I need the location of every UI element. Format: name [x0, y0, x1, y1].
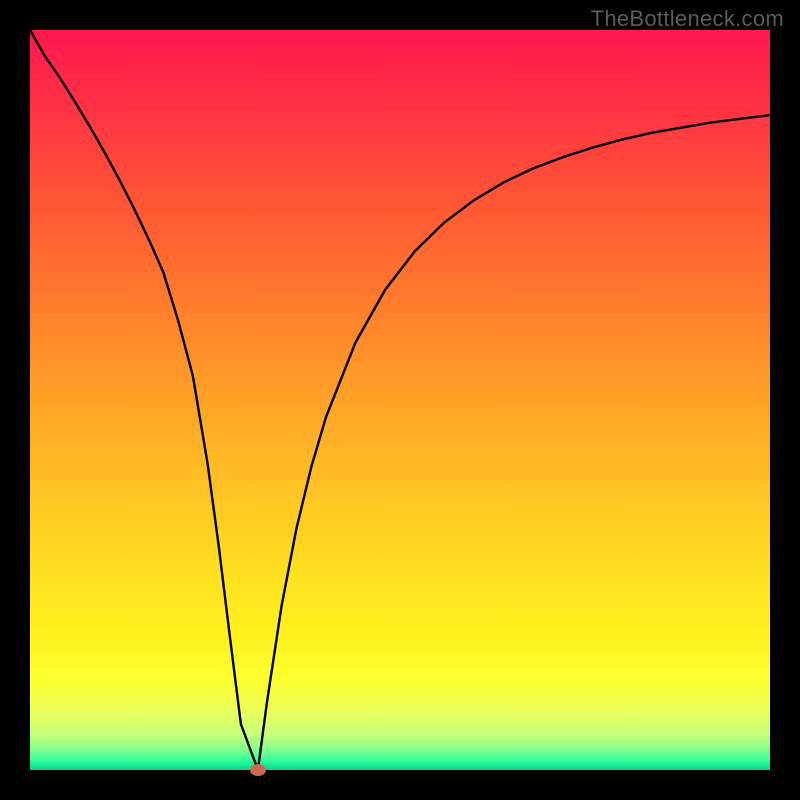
- bottleneck-curve: [30, 30, 770, 770]
- curve-path: [30, 30, 770, 770]
- optimum-marker: [250, 764, 266, 776]
- plot-area: [30, 30, 770, 770]
- chart-frame: TheBottleneck.com: [0, 0, 800, 800]
- watermark-text: TheBottleneck.com: [591, 6, 784, 32]
